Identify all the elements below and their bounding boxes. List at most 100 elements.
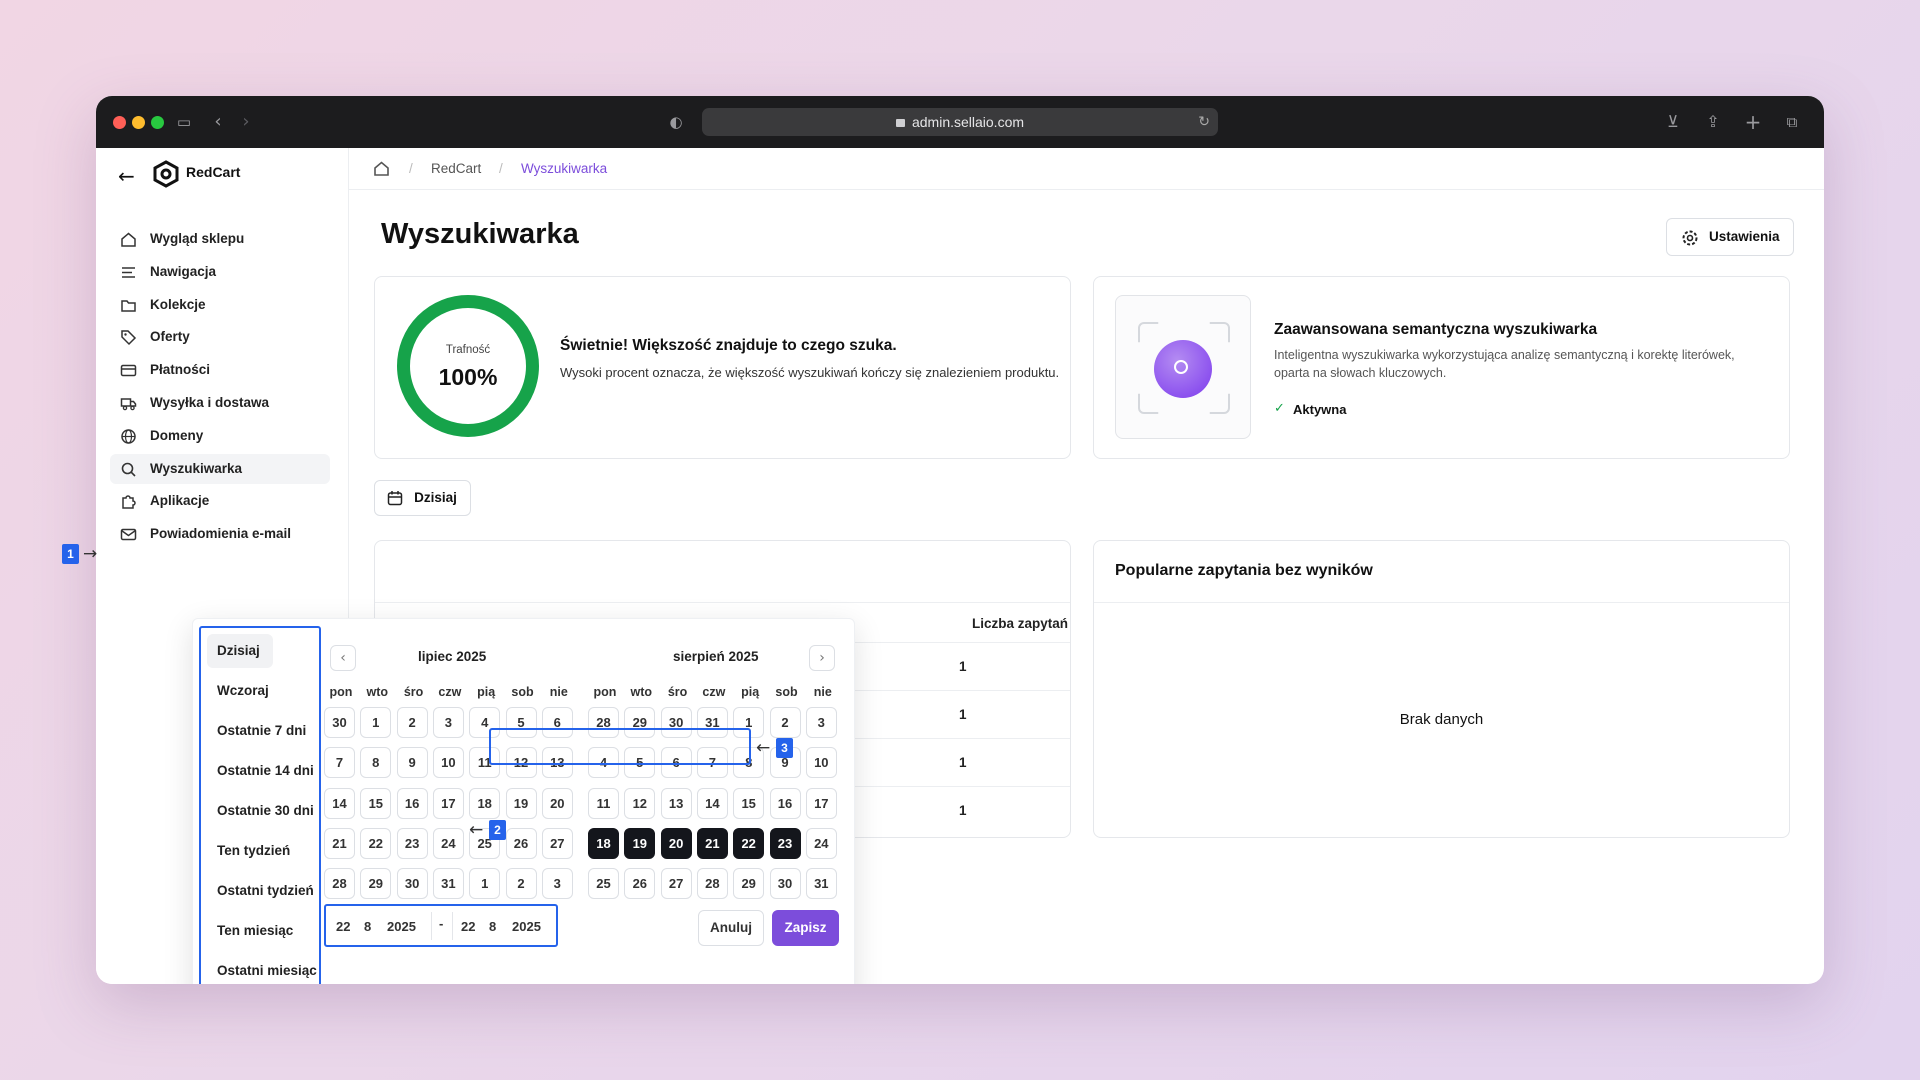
sidebar-item[interactable]: Oferty — [110, 322, 330, 352]
calendar-day[interactable]: 27 — [660, 868, 692, 900]
calendar-day[interactable]: 30 — [396, 868, 428, 900]
calendar-day[interactable]: 30 — [324, 707, 355, 738]
calendar-day[interactable]: 30 — [769, 868, 801, 900]
calendar-day[interactable]: 7 — [324, 747, 355, 779]
settings-button[interactable]: Ustawienia — [1666, 218, 1794, 256]
preset-option[interactable]: Ostatnie 30 dni — [207, 794, 314, 828]
forward-arrow-icon[interactable]: › — [234, 110, 258, 134]
privacy-shield-icon[interactable]: ◐ — [664, 110, 688, 134]
calendar-day[interactable]: 24 — [432, 827, 464, 859]
calendar-day[interactable]: 26 — [505, 827, 537, 859]
home-icon[interactable] — [373, 160, 390, 177]
cancel-button[interactable]: Anuluj — [698, 910, 764, 946]
sidebar-item[interactable]: Wysyłka i dostawa — [110, 388, 330, 418]
preset-option[interactable]: Ostatni miesiąc — [207, 954, 317, 984]
tabs-overview-icon[interactable]: ⧉ — [1780, 110, 1804, 134]
preset-option[interactable]: Dzisiaj — [207, 634, 273, 668]
reload-icon[interactable]: ↻ — [1198, 108, 1210, 136]
calendar-day[interactable]: 3 — [805, 707, 837, 738]
preset-option[interactable]: Ostatnie 14 dni — [207, 754, 314, 788]
back-icon[interactable]: ← — [118, 166, 135, 186]
prev-month-button[interactable]: ‹ — [330, 645, 356, 671]
sidebar-toggle-icon[interactable]: ▭ — [172, 110, 196, 134]
from-year-input[interactable]: 2025 — [387, 914, 416, 939]
calendar-day[interactable]: 28 — [324, 868, 355, 900]
calendar-day[interactable]: 28 — [696, 868, 728, 900]
calendar-day[interactable]: 1 — [360, 707, 392, 738]
sidebar-item[interactable]: Wygląd sklepu — [110, 224, 330, 254]
calendar-day[interactable]: 14 — [696, 787, 728, 819]
calendar-day[interactable]: 31 — [432, 868, 464, 900]
sidebar-item[interactable]: Powiadomienia e-mail — [110, 519, 330, 549]
calendar-day[interactable]: 3 — [432, 707, 464, 738]
calendar-day[interactable]: 18 — [469, 787, 501, 819]
download-icon[interactable]: ⊻ — [1661, 110, 1685, 134]
sidebar-item[interactable]: Aplikacje — [110, 486, 330, 516]
calendar-day[interactable]: 16 — [769, 787, 801, 819]
calendar-day[interactable]: 2 — [505, 868, 537, 900]
calendar-day[interactable]: 8 — [360, 747, 392, 779]
calendar-day[interactable]: 10 — [805, 747, 837, 779]
new-tab-icon[interactable]: + — [1741, 110, 1765, 134]
calendar-day[interactable]: 1 — [469, 868, 501, 900]
calendar-day[interactable]: 17 — [805, 787, 837, 819]
sidebar-item[interactable]: Kolekcje — [110, 290, 330, 320]
next-month-button[interactable]: › — [809, 645, 835, 671]
preset-option[interactable]: Ten tydzień — [207, 834, 290, 868]
calendar-day[interactable]: 16 — [396, 787, 428, 819]
sidebar-item[interactable]: Wyszukiwarka — [110, 453, 330, 484]
calendar-day[interactable]: 26 — [624, 868, 656, 900]
calendar-day[interactable]: 31 — [805, 868, 837, 900]
preset-option[interactable]: Ostatnie 7 dni — [207, 714, 306, 748]
calendar-day[interactable]: 20 — [541, 787, 573, 819]
preset-option[interactable]: Ten miesiąc — [207, 914, 293, 948]
calendar-day[interactable]: 2 — [396, 707, 428, 738]
to-year-input[interactable]: 2025 — [512, 914, 541, 939]
date-range-button[interactable]: Dzisiaj — [374, 480, 471, 516]
preset-option[interactable]: Wczoraj — [207, 674, 269, 708]
calendar-day[interactable]: 27 — [541, 827, 573, 859]
from-day-input[interactable]: 22 — [336, 914, 350, 939]
calendar-day[interactable]: 21 — [696, 827, 728, 859]
calendar-day[interactable]: 15 — [733, 787, 765, 819]
calendar-day[interactable]: 23 — [769, 827, 801, 859]
calendar-day[interactable]: 23 — [396, 827, 428, 859]
sidebar-item[interactable]: Domeny — [110, 421, 330, 451]
share-icon[interactable]: ⇪ — [1701, 110, 1725, 134]
address-bar[interactable]: admin.sellaio.com ↻ — [702, 108, 1218, 136]
calendar-day[interactable]: 3 — [541, 868, 573, 900]
calendar-day[interactable]: 17 — [432, 787, 464, 819]
to-day-input[interactable]: 22 — [461, 914, 475, 939]
calendar-day[interactable]: 20 — [660, 827, 692, 859]
save-button[interactable]: Zapisz — [772, 910, 839, 946]
calendar-day[interactable]: 11 — [588, 787, 619, 819]
calendar-day[interactable]: 19 — [505, 787, 537, 819]
calendar-day[interactable]: 24 — [805, 827, 837, 859]
calendar-day[interactable]: 10 — [432, 747, 464, 779]
calendar-day[interactable]: 29 — [733, 868, 765, 900]
calendar-day[interactable]: 19 — [624, 827, 656, 859]
calendar-day[interactable]: 29 — [360, 868, 392, 900]
back-arrow-icon[interactable]: ‹ — [206, 110, 230, 134]
sidebar-item[interactable]: Płatności — [110, 355, 330, 385]
sidebar-item[interactable]: Nawigacja — [110, 257, 330, 287]
close-window-button[interactable] — [113, 116, 126, 129]
calendar-day[interactable]: 25 — [588, 868, 619, 900]
calendar-day[interactable]: 2 — [769, 707, 801, 738]
breadcrumb-item[interactable]: RedCart — [431, 161, 481, 176]
calendar-day[interactable]: 22 — [733, 827, 765, 859]
calendar-day[interactable]: 12 — [624, 787, 656, 819]
preset-option[interactable]: Ostatni tydzień — [207, 874, 314, 908]
calendar-day[interactable]: 9 — [396, 747, 428, 779]
to-month-input[interactable]: 8 — [489, 914, 496, 939]
calendar-day[interactable]: 15 — [360, 787, 392, 819]
calendar-day[interactable]: 14 — [324, 787, 355, 819]
calendar-day[interactable]: 13 — [660, 787, 692, 819]
minimize-window-button[interactable] — [132, 116, 145, 129]
from-month-input[interactable]: 8 — [364, 914, 371, 939]
maximize-window-button[interactable] — [151, 116, 164, 129]
weekday-label: śro — [403, 685, 424, 699]
calendar-day[interactable]: 18 — [588, 827, 619, 859]
calendar-day[interactable]: 21 — [324, 827, 355, 859]
calendar-day[interactable]: 22 — [360, 827, 392, 859]
